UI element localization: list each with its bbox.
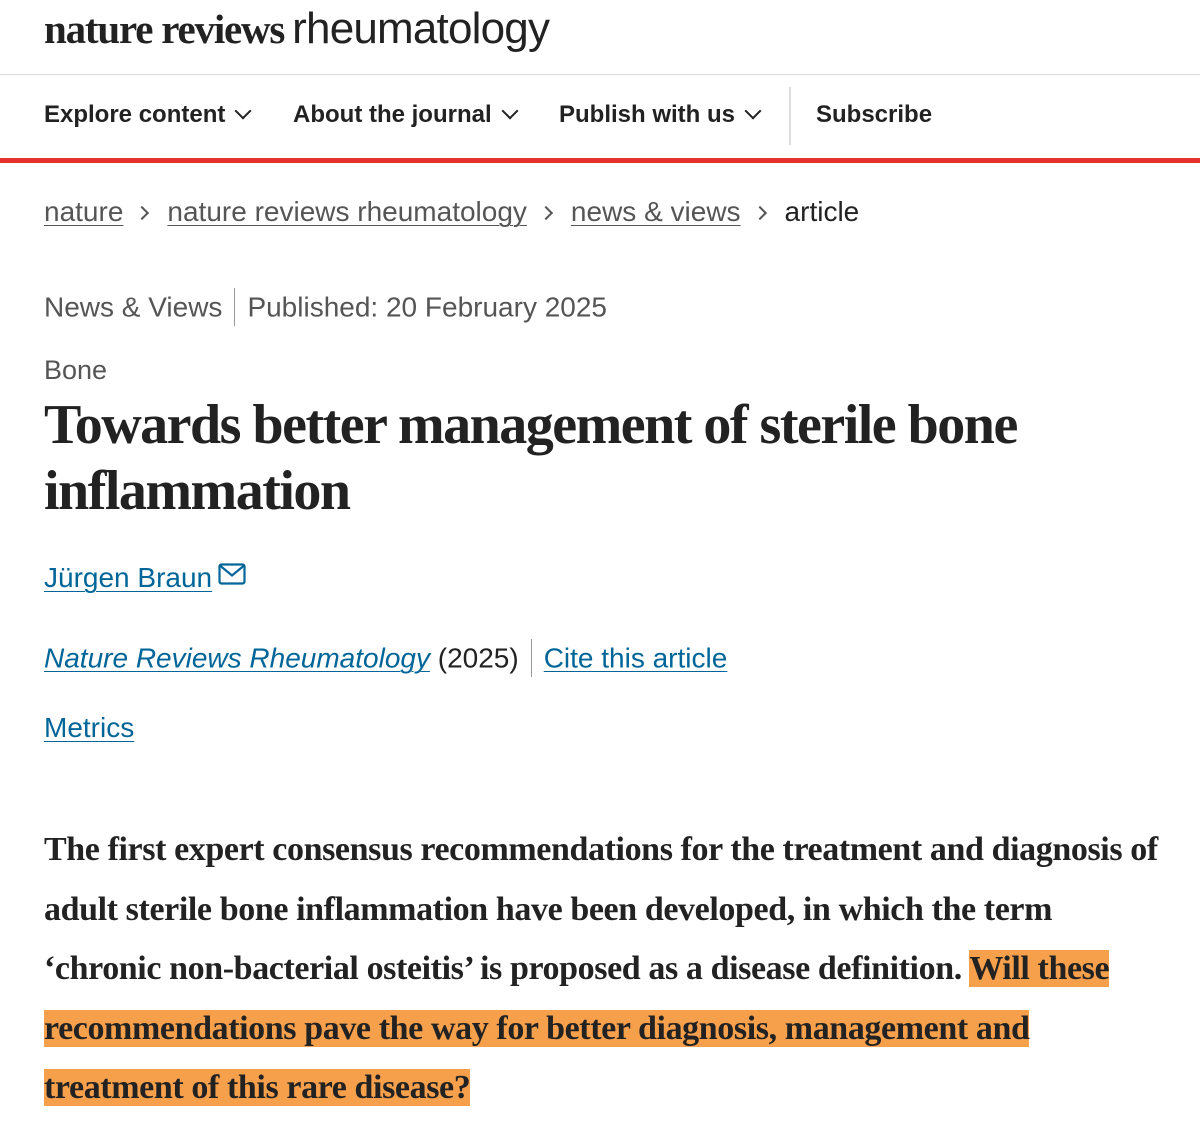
- citation-year: (2025): [437, 642, 519, 674]
- article-standfirst: The first expert consensus recommendatio…: [44, 820, 1174, 1118]
- chevron-right-icon: [135, 205, 150, 221]
- breadcrumb-current: article: [784, 196, 860, 227]
- nav-explore-content[interactable]: Explore content: [44, 75, 252, 158]
- cite-article-link[interactable]: Cite this article: [544, 642, 728, 673]
- nav-subscribe-label: Subscribe: [816, 101, 933, 128]
- chevron-down-icon: [744, 102, 762, 120]
- metrics-link[interactable]: Metrics: [44, 712, 134, 743]
- article-meta: News & Views Published: 20 February 2025: [44, 288, 608, 328]
- published-date: Published: 20 February 2025: [247, 291, 608, 323]
- nav-subscribe[interactable]: Subscribe: [816, 75, 932, 158]
- citation-line: Nature Reviews Rheumatology (2025) Cite t…: [44, 639, 728, 679]
- chevron-right-icon: [538, 205, 553, 221]
- article-type: News & Views: [44, 291, 223, 323]
- nav-explore-label: Explore content: [44, 101, 226, 128]
- author-link[interactable]: Jürgen Braun: [44, 562, 212, 593]
- nav-publish-label: Publish with us: [559, 101, 736, 128]
- nav-about-journal[interactable]: About the journal: [293, 75, 519, 158]
- site-header: nature reviews rheumatology: [0, 0, 1200, 75]
- mail-icon[interactable]: [218, 560, 246, 592]
- article-subject: Bone: [44, 355, 108, 385]
- journal-link[interactable]: Nature Reviews Rheumatology: [44, 642, 430, 673]
- citation-divider: [530, 639, 532, 677]
- meta-divider: [234, 288, 236, 326]
- nav-divider: [789, 87, 791, 145]
- brand-sub-text: rheumatology: [292, 4, 550, 53]
- breadcrumb-journal[interactable]: nature reviews rheumatology: [167, 196, 527, 227]
- chevron-right-icon: [752, 205, 767, 221]
- breadcrumb-news-views[interactable]: news & views: [571, 196, 741, 227]
- breadcrumb: nature nature reviews rheumatology news & …: [44, 196, 859, 228]
- main-nav: Explore content About the journal Publis…: [0, 75, 1200, 163]
- nav-publish-with-us[interactable]: Publish with us: [559, 75, 762, 158]
- journal-logo[interactable]: nature reviews rheumatology: [44, 4, 550, 54]
- chevron-down-icon: [234, 102, 252, 120]
- article-title: Towards better management of sterile bon…: [44, 394, 1018, 522]
- chevron-down-icon: [501, 102, 519, 120]
- brand-main-text: nature reviews: [44, 6, 285, 52]
- author-list: Jürgen Braun: [44, 562, 246, 594]
- metrics-section: Metrics: [44, 712, 134, 744]
- nav-about-label: About the journal: [293, 101, 492, 128]
- breadcrumb-nature[interactable]: nature: [44, 196, 123, 227]
